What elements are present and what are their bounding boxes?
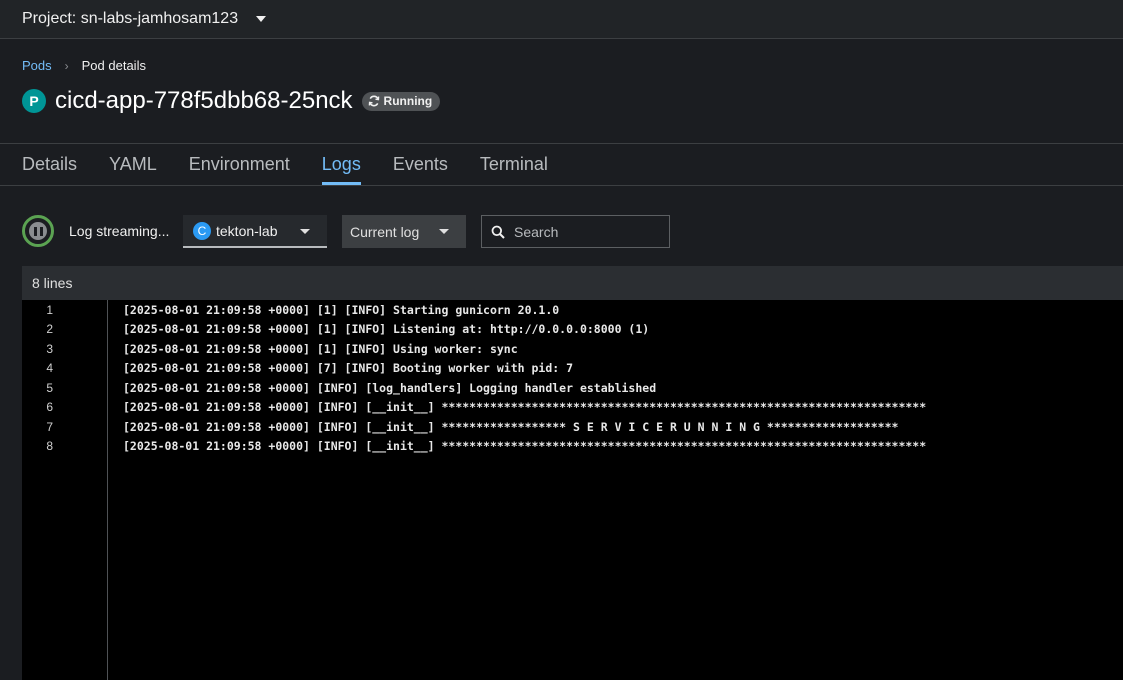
sync-icon: [368, 95, 379, 107]
search-input[interactable]: [514, 223, 664, 240]
pause-icon: [29, 222, 47, 240]
tab-logs[interactable]: Logs: [321, 144, 361, 185]
pause-streaming-button[interactable]: [22, 215, 54, 247]
log-line: 6 [2025-08-01 21:09:58 +0000] [INFO] [__…: [22, 398, 1123, 417]
log-line: 2 [2025-08-01 21:09:58 +0000] [1] [INFO]…: [22, 320, 1123, 339]
log-line-count: 8 lines: [22, 266, 1123, 300]
log-panel: 8 lines 1 [2025-08-01 21:09:58 +0000] [1…: [22, 266, 1123, 680]
breadcrumb: Pods › Pod details: [22, 58, 146, 73]
log-line: 5 [2025-08-01 21:09:58 +0000] [INFO] [lo…: [22, 378, 1123, 397]
tab-yaml[interactable]: YAML: [109, 144, 157, 185]
log-text: [2025-08-01 21:09:58 +0000] [INFO] [__in…: [123, 419, 899, 434]
caret-down-icon: [439, 229, 449, 234]
tab-bar: Details YAML Environment Logs Events Ter…: [0, 143, 1123, 186]
pod-resource-badge: P: [22, 89, 46, 113]
stream-status-label: Log streaming...: [69, 223, 170, 239]
line-number: 7: [46, 419, 53, 434]
search-icon: [491, 225, 505, 239]
log-text: [2025-08-01 21:09:58 +0000] [7] [INFO] B…: [123, 361, 574, 375]
container-badge: C: [193, 221, 211, 240]
line-number: 5: [46, 380, 53, 395]
container-select[interactable]: C tekton-lab: [183, 215, 327, 248]
log-text: [2025-08-01 21:09:58 +0000] [1] [INFO] U…: [123, 341, 518, 356]
log-text: [2025-08-01 21:09:58 +0000] [1] [INFO] L…: [123, 322, 650, 336]
tab-details[interactable]: Details: [22, 144, 77, 185]
page-title: cicd-app-778f5dbb68-25nck: [55, 87, 353, 114]
caret-down-icon: [300, 229, 310, 234]
page-header: Pods › Pod details P cicd-app-778f5dbb68…: [0, 39, 1123, 143]
breadcrumb-current: Pod details: [81, 58, 146, 73]
line-number: 8: [46, 439, 53, 453]
line-number: 4: [46, 361, 53, 375]
tab-environment[interactable]: Environment: [189, 144, 290, 185]
title-row: P cicd-app-778f5dbb68-25nck Running: [22, 87, 441, 115]
caret-down-icon[interactable]: [256, 16, 267, 22]
log-viewer[interactable]: 1 [2025-08-01 21:09:58 +0000] [1] [INFO]…: [22, 300, 1123, 680]
line-number: 2: [46, 322, 53, 336]
log-text: [2025-08-01 21:09:58 +0000] [INFO] [__in…: [123, 400, 927, 414]
log-line: 8 [2025-08-01 21:09:58 +0000] [INFO] [__…: [22, 437, 1123, 456]
chevron-right-icon: ›: [64, 58, 69, 73]
log-text: [2025-08-01 21:09:58 +0000] [INFO] [log_…: [123, 380, 657, 395]
log-line: 7 [2025-08-01 21:09:58 +0000] [INFO] [__…: [22, 417, 1123, 436]
log-text: [2025-08-01 21:09:58 +0000] [1] [INFO] S…: [123, 302, 560, 317]
status-text: Running: [383, 94, 433, 108]
tab-terminal[interactable]: Terminal: [480, 144, 548, 185]
tab-events[interactable]: Events: [393, 144, 448, 185]
line-number: 6: [46, 400, 53, 414]
line-number: 3: [46, 341, 53, 356]
breadcrumb-pods-link[interactable]: Pods: [22, 58, 52, 73]
log-toolbar: Log streaming... C tekton-lab Current lo…: [22, 214, 1102, 248]
log-type-select[interactable]: Current log: [342, 215, 466, 248]
project-selector[interactable]: Project: sn-labs-jamhosam123: [0, 0, 1123, 39]
log-text: [2025-08-01 21:09:58 +0000] [INFO] [__in…: [123, 439, 927, 453]
log-line: 3 [2025-08-01 21:09:58 +0000] [1] [INFO]…: [22, 339, 1123, 358]
log-type-value: Current log: [350, 223, 420, 240]
status-badge: Running: [361, 91, 441, 111]
line-number: 1: [46, 302, 53, 317]
search-box[interactable]: [481, 215, 670, 248]
log-line: 1 [2025-08-01 21:09:58 +0000] [1] [INFO]…: [22, 300, 1123, 319]
log-line: 4 [2025-08-01 21:09:58 +0000] [7] [INFO]…: [22, 359, 1123, 378]
container-name: tekton-lab: [216, 222, 278, 239]
project-label[interactable]: Project: sn-labs-jamhosam123: [22, 10, 238, 28]
